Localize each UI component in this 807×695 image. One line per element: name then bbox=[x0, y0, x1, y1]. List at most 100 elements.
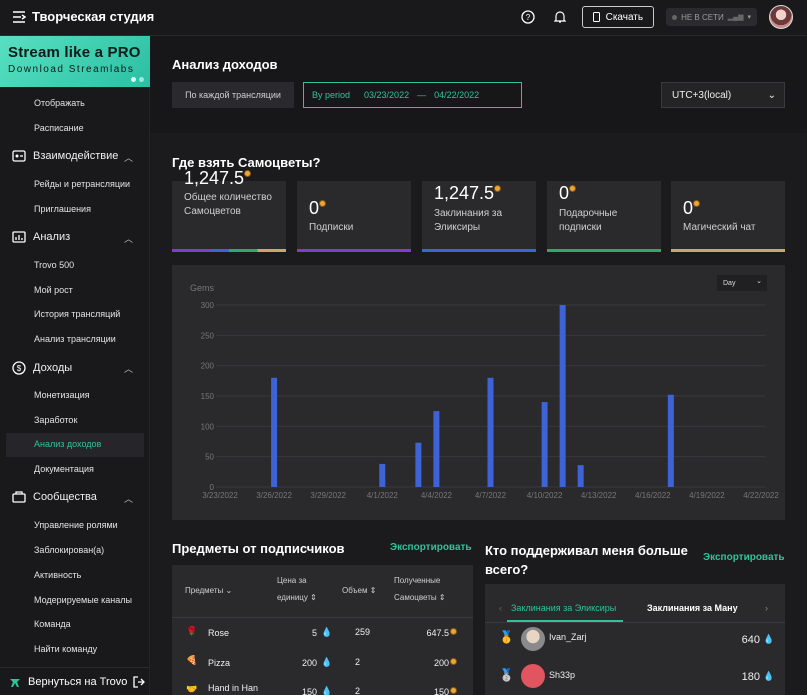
sidebar-item-roles[interactable]: Управление ролями bbox=[34, 520, 118, 530]
timezone-select[interactable]: UTC+3(local) ⌄ bbox=[661, 82, 785, 108]
x-tick-label: 3/23/2022 bbox=[202, 491, 238, 500]
card-label: Заклинания за Эликсиры bbox=[434, 208, 503, 233]
streamlabs-promo-banner[interactable]: Stream like a PRO Download Streamlabs bbox=[0, 36, 150, 87]
sort-icon: ⇕ bbox=[367, 586, 377, 595]
download-label: Скачать bbox=[605, 11, 644, 23]
card-value: 0 bbox=[309, 198, 327, 219]
bell-icon[interactable] bbox=[550, 7, 570, 27]
sidebar-item-moderated-channels[interactable]: Модерируемые каналы bbox=[34, 595, 132, 605]
gem-card-total: 1,247.5 Общее количество Самоцветов bbox=[172, 168, 286, 252]
tab-elixir-spells[interactable]: Заклинания за Эликсиры bbox=[511, 603, 616, 613]
sort-icon: ⇕ bbox=[307, 593, 317, 602]
item-volume: 2 bbox=[355, 686, 361, 695]
sidebar-item-invites[interactable]: Приглашения bbox=[34, 204, 91, 214]
user-avatar[interactable] bbox=[769, 5, 793, 29]
gem-icon bbox=[693, 200, 701, 207]
page-title: Анализ доходов bbox=[172, 57, 278, 72]
sidebar-section-income[interactable]: $ Доходы bbox=[12, 361, 72, 375]
sidebar-item-documentation[interactable]: Документация bbox=[34, 464, 94, 474]
export-items-button[interactable]: Экспортировать bbox=[390, 542, 472, 553]
sidebar-item-stream-analysis[interactable]: Анализ трансляции bbox=[34, 334, 116, 344]
bar bbox=[433, 411, 440, 487]
bar bbox=[415, 442, 422, 487]
gems-bar-chart: Gems0501001502002503003/23/2022 3/26/2022… bbox=[190, 283, 779, 500]
mana-icon: 💧 bbox=[763, 634, 775, 644]
stream-status-badge[interactable]: НЕ В СЕТИ ▂▄▆ ▾ bbox=[666, 8, 757, 26]
carousel-dots[interactable] bbox=[131, 77, 144, 82]
sidebar-section-interaction[interactable]: Взаимодействие bbox=[12, 150, 118, 162]
item-gems: 150 bbox=[433, 687, 449, 695]
hands-icon: 🤝 bbox=[186, 684, 198, 694]
chevron-up-icon[interactable]: ︿ bbox=[124, 232, 133, 245]
rose-icon: 🌹 bbox=[186, 626, 198, 636]
card-label: Подписки bbox=[309, 222, 354, 233]
y-tick-label: 100 bbox=[201, 422, 215, 431]
col-header-items[interactable]: Предметы ⌄ bbox=[185, 582, 232, 599]
studio-brand[interactable]: Творческая студия bbox=[12, 9, 154, 24]
download-button[interactable]: Скачать bbox=[581, 6, 655, 28]
bar bbox=[667, 394, 674, 487]
sidebar-item-raids[interactable]: Рейды и ретрансляции bbox=[34, 179, 130, 189]
x-tick-label: 4/4/2022 bbox=[421, 491, 453, 500]
sidebar-item-blocked[interactable]: Заблокирован(а) bbox=[34, 545, 104, 555]
sidebar-section-analytics[interactable]: Анализ bbox=[12, 231, 70, 243]
gem-icon bbox=[450, 628, 457, 635]
sidebar-item-trovo500[interactable]: Trovo 500 bbox=[34, 260, 74, 270]
tab-prev-icon[interactable]: ‹ bbox=[499, 603, 502, 613]
help-icon[interactable]: ? bbox=[518, 7, 538, 27]
supporter-value: 180 bbox=[741, 671, 760, 683]
dollar-icon: $ bbox=[12, 361, 26, 375]
menu-collapse-icon[interactable] bbox=[12, 10, 26, 23]
x-tick-label: 4/13/2022 bbox=[581, 491, 617, 500]
status-label: НЕ В СЕТИ bbox=[681, 12, 724, 22]
community-icon bbox=[12, 491, 26, 503]
bar bbox=[541, 402, 548, 487]
col-header-volume[interactable]: Объем ⇕ bbox=[342, 582, 376, 599]
interaction-icon bbox=[12, 150, 26, 162]
top-bar: Творческая студия ? Скачать НЕ В СЕТИ ▂▄… bbox=[0, 0, 807, 36]
date-range-picker[interactable]: By period 03/23/2022 — 04/22/2022 bbox=[303, 82, 522, 108]
gems-chart-panel: Day ⌄ Gems 0 50 100 150 200 250 300 3/23/2022 3/2… bbox=[172, 265, 785, 520]
studio-title: Творческая студия bbox=[32, 9, 155, 24]
by-period-label: By period bbox=[312, 90, 351, 100]
back-to-trovo-button[interactable]: Вернуться на Trovo bbox=[0, 667, 150, 695]
medal-gold-icon: 🥇 bbox=[499, 630, 514, 644]
sidebar-item-income-analysis[interactable]: Анализ доходов bbox=[34, 439, 101, 449]
trovo-logo-icon bbox=[10, 678, 20, 687]
tab-next-icon[interactable]: › bbox=[765, 603, 768, 613]
svg-text:$: $ bbox=[17, 364, 22, 373]
promo-subtitle: Download Streamlabs bbox=[8, 64, 135, 75]
section-label: Доходы bbox=[33, 362, 73, 374]
tab-mana-spells[interactable]: Заклинания за Ману bbox=[647, 603, 738, 613]
sidebar-item-monetization[interactable]: Монетизация bbox=[34, 390, 90, 400]
divider bbox=[172, 617, 473, 618]
x-tick-label: 4/16/2022 bbox=[635, 491, 671, 500]
chevron-down-icon: ▾ bbox=[747, 14, 751, 21]
sidebar-item-activity[interactable]: Активность bbox=[34, 570, 81, 580]
sidebar-item-stream-history[interactable]: История трансляций bbox=[34, 309, 120, 319]
sort-icon: ⇕ bbox=[436, 593, 446, 602]
chevron-up-icon[interactable]: ︿ bbox=[124, 492, 133, 505]
svg-text:?: ? bbox=[525, 13, 530, 22]
export-supporters-button[interactable]: Экспортировать bbox=[703, 552, 785, 563]
avatar bbox=[521, 664, 545, 688]
chevron-up-icon[interactable]: ︿ bbox=[124, 362, 133, 375]
supporter-name: Ivan_Zarj bbox=[549, 632, 587, 642]
sidebar-item-find-team[interactable]: Найти команду bbox=[34, 644, 97, 654]
per-stream-button[interactable]: По каждой трансляции bbox=[172, 82, 294, 108]
card-value: 1,247.5 bbox=[434, 183, 502, 204]
sidebar-item-earnings[interactable]: Заработок bbox=[34, 415, 77, 425]
sidebar-section-communities[interactable]: Сообщества bbox=[12, 491, 97, 503]
sidebar-item-growth[interactable]: Мой рост bbox=[34, 285, 73, 295]
x-tick-label: 4/10/2022 bbox=[527, 491, 563, 500]
col-header-price[interactable]: Цена за единицу ⇕ bbox=[277, 572, 327, 606]
gem-card-magic-chat: 0 Магический чат bbox=[671, 181, 785, 252]
date-separator: — bbox=[417, 90, 427, 100]
sidebar-item-team[interactable]: Команда bbox=[34, 619, 71, 629]
sidebar-item-display[interactable]: Отображать bbox=[34, 98, 85, 108]
sidebar-item-schedule[interactable]: Расписание bbox=[34, 123, 84, 133]
gem-card-subscriptions: 0 Подписки bbox=[297, 181, 411, 252]
col-header-gems[interactable]: Полученные Самоцветы ⇕ bbox=[394, 572, 464, 606]
chevron-up-icon[interactable]: ︿ bbox=[124, 151, 133, 164]
bar bbox=[559, 305, 566, 487]
